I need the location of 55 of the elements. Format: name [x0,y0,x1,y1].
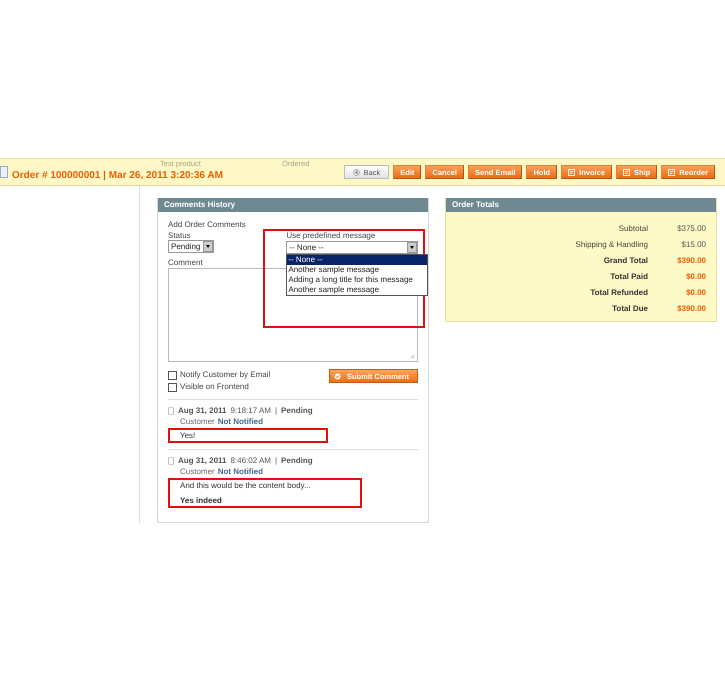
total-label: Total Refunded [589,288,648,297]
total-label: Subtotal [618,224,648,233]
entry-time: 9:18:17 AM [230,406,271,415]
panel-title: Order Totals [446,198,716,212]
notify-status: Not Notified [218,417,264,426]
document-icon [622,168,630,176]
section-title: Add Order Comments [168,220,247,229]
total-value: $0.00 [684,288,706,297]
order-icon [0,166,8,178]
back-icon [352,168,360,176]
dropdown-option[interactable]: Adding a long title for this message [287,275,428,285]
entry-date: Aug 31, 2011 [178,456,226,465]
dropdown-option[interactable]: Another sample message [287,265,428,275]
resize-grip-icon [410,354,415,359]
notify-status: Not Notified [218,467,264,476]
checkbox[interactable] [168,382,177,392]
total-value: $390.00 [676,256,706,265]
document-icon [668,168,676,176]
entry-status: Pending [281,456,313,465]
total-label: Total Due [611,304,648,313]
total-label: Grand Total [602,256,648,265]
field-label: Status [168,231,192,240]
entry-date: Aug 31, 2011 [178,406,226,415]
notify-label: Customer [180,467,215,476]
total-value: $15.00 [680,240,706,249]
checkbox-label: Notify Customer by Email [180,369,270,381]
notify-label: Customer [180,417,215,426]
dropdown-option[interactable]: -- None -- [287,255,428,265]
total-value: $0.00 [684,272,706,281]
document-icon [568,168,576,176]
panel-title: Comments History [158,198,428,212]
checkbox[interactable] [168,370,177,380]
order-title: Order # 100000001 | Mar 26, 2011 3:20:36 AM [12,170,223,180]
comment-text: Yes! [180,431,196,440]
total-value: $390.00 [676,304,706,313]
entry-status: Pending [281,406,313,415]
field-label: Comment [168,258,204,267]
field-label: Use predefined message [286,231,376,240]
total-value: $375.00 [676,224,706,233]
caret-icon [203,241,214,252]
check-icon [334,372,341,380]
caret-icon [407,242,418,253]
total-label: Shipping & Handling [574,240,648,249]
separator: | [274,406,278,415]
note-icon [168,456,174,464]
message-select[interactable]: -- None -- [286,241,418,254]
entry-time: 8:46:02 AM [230,456,271,465]
checkbox-label: Visible on Frontend [180,381,249,393]
status-select[interactable]: Pending [168,240,214,253]
separator: | [274,456,278,465]
total-label: Total Paid [609,272,648,281]
comment-text: And this would be the content body... [180,481,312,490]
dropdown-option[interactable]: Another sample message [287,285,428,295]
note-icon [168,406,174,414]
comment-text: Yes indeed [180,496,223,505]
